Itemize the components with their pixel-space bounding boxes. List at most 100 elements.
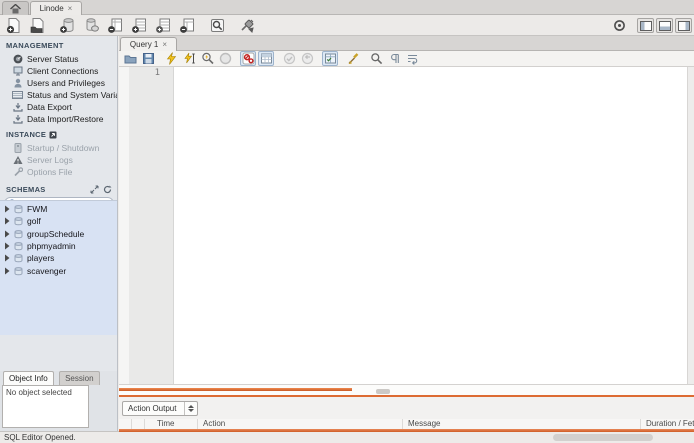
- bottom-panel-icon: [658, 20, 671, 31]
- connection-tab-label: Linode: [39, 4, 64, 13]
- create-schema-button[interactable]: [57, 16, 78, 34]
- gear-icon: [613, 19, 626, 32]
- connection-tab[interactable]: Linode ×: [30, 1, 82, 15]
- editor-toolbar: [119, 51, 694, 67]
- close-icon[interactable]: ×: [68, 4, 73, 13]
- output-selector[interactable]: Action Output: [122, 401, 198, 416]
- open-script-button[interactable]: [122, 51, 138, 66]
- splitter-grip[interactable]: [376, 389, 390, 394]
- expander-icon[interactable]: [4, 217, 10, 225]
- column-time[interactable]: Time: [144, 419, 197, 429]
- tab-session[interactable]: Session: [59, 371, 100, 385]
- schema-item-groupschedule[interactable]: groupSchedule: [0, 228, 117, 240]
- tab-query-1[interactable]: Query 1 ×: [120, 37, 177, 51]
- query-tab-label: Query 1: [129, 40, 159, 49]
- window-tab-bar: Linode ×: [0, 0, 694, 15]
- save-script-button[interactable]: [140, 51, 156, 66]
- schema-label: golf: [27, 216, 41, 227]
- toggle-left-sidebar-button[interactable]: [637, 18, 654, 33]
- toggle-right-sidebar-button[interactable]: [675, 18, 692, 33]
- sidebar-item-server-status[interactable]: Server Status: [0, 53, 117, 65]
- column-action[interactable]: Action: [197, 419, 402, 429]
- home-tab[interactable]: [2, 1, 29, 15]
- commit-button[interactable]: [281, 51, 297, 66]
- preferences-button[interactable]: [611, 18, 627, 34]
- schema-icon: [13, 241, 24, 251]
- schemas-section-title: SCHEMAS: [6, 185, 117, 194]
- limit-rows-button[interactable]: [258, 51, 274, 66]
- schema-icon: [13, 204, 24, 214]
- reconnect-dbms-button[interactable]: [237, 16, 258, 34]
- sidebar-item-data-import[interactable]: Data Import/Restore: [0, 113, 117, 125]
- create-function-button[interactable]: [153, 16, 174, 34]
- toggle-autocommit-button[interactable]: [322, 51, 338, 66]
- editor-marker-margin: [119, 67, 129, 384]
- sidebar-item-label: Users and Privileges: [27, 78, 105, 88]
- column-status: [119, 419, 131, 429]
- schema-label: phpmyadmin: [27, 241, 76, 252]
- output-header-rule: [119, 429, 694, 432]
- object-info-section: Object Info Session No object selected: [0, 371, 118, 431]
- column-message[interactable]: Message: [402, 419, 640, 429]
- sidebar-item-data-export[interactable]: Data Export: [0, 101, 117, 113]
- expander-icon[interactable]: [4, 205, 10, 213]
- schema-item-phpmyadmin[interactable]: phpmyadmin: [0, 240, 117, 252]
- create-table-button[interactable]: [81, 16, 102, 34]
- line-number: 1: [154, 68, 160, 78]
- toggle-bottom-panel-button[interactable]: [656, 18, 673, 33]
- schema-label: scavenger: [27, 265, 67, 276]
- status-bar: SQL Editor Opened.: [0, 431, 694, 443]
- sidebar-item-options-file[interactable]: Options File: [0, 166, 117, 178]
- editor-horizontal-scrollbar[interactable]: [119, 388, 352, 391]
- instance-icon: [49, 131, 57, 139]
- show-invisibles-button[interactable]: [386, 51, 402, 66]
- home-icon: [10, 3, 21, 14]
- stop-query-button[interactable]: [217, 51, 233, 66]
- schema-icon: [13, 266, 24, 276]
- expander-icon[interactable]: [4, 230, 10, 238]
- create-view-button[interactable]: [105, 16, 126, 34]
- expander-icon[interactable]: [4, 267, 10, 275]
- editor-text-area[interactable]: [175, 67, 687, 384]
- schema-item-golf[interactable]: golf: [0, 215, 117, 227]
- execute-current-button[interactable]: [181, 51, 197, 66]
- find-button[interactable]: [368, 51, 384, 66]
- options-file-icon: [12, 167, 23, 177]
- action-output-panel: Action Output Time Action Message Durati…: [119, 395, 694, 432]
- new-sql-tab-button[interactable]: [3, 16, 24, 34]
- toggle-stop-on-error-button[interactable]: [240, 51, 256, 66]
- execute-button[interactable]: [163, 51, 179, 66]
- expander-icon[interactable]: [4, 254, 10, 262]
- create-procedure-button[interactable]: [129, 16, 150, 34]
- explain-button[interactable]: [199, 51, 215, 66]
- schema-item-fwm[interactable]: FWM: [0, 203, 117, 215]
- data-import-icon: [12, 114, 23, 124]
- sidebar-item-client-connections[interactable]: Client Connections: [0, 65, 117, 77]
- sidebar-item-users-privileges[interactable]: Users and Privileges: [0, 77, 117, 89]
- server-status-icon: [12, 54, 23, 64]
- sql-editor[interactable]: 1: [119, 67, 694, 384]
- sidebar-item-server-logs[interactable]: Server Logs: [0, 154, 117, 166]
- tab-object-info[interactable]: Object Info: [3, 371, 54, 385]
- sidebar-item-system-variables[interactable]: Status and System Variables: [0, 89, 117, 101]
- toggle-word-wrap-button[interactable]: [404, 51, 420, 66]
- rollback-button[interactable]: [299, 51, 315, 66]
- close-icon[interactable]: ×: [162, 40, 167, 49]
- schema-item-players[interactable]: players: [0, 252, 117, 264]
- create-trigger-button[interactable]: [177, 16, 198, 34]
- schema-item-scavenger[interactable]: scavenger: [0, 264, 117, 276]
- spinner-arrows-icon[interactable]: [184, 402, 197, 415]
- expander-icon[interactable]: [4, 242, 10, 250]
- schema-icon: [13, 216, 24, 226]
- data-export-icon: [12, 102, 23, 112]
- open-sql-script-button[interactable]: [27, 16, 48, 34]
- output-horizontal-scrollbar[interactable]: [553, 434, 653, 441]
- sidebar-item-label: Options File: [27, 167, 73, 177]
- refresh-schemas-icon[interactable]: [103, 185, 112, 194]
- mysql-workbench-window: Linode × MANAGEMENT Server Status Client…: [0, 0, 694, 443]
- beautify-button[interactable]: [345, 51, 361, 66]
- search-table-data-button[interactable]: [207, 16, 228, 34]
- sidebar-item-startup-shutdown[interactable]: Startup / Shutdown: [0, 142, 117, 154]
- expand-schemas-icon[interactable]: [90, 185, 99, 194]
- column-duration[interactable]: Duration / Fetch: [640, 419, 694, 429]
